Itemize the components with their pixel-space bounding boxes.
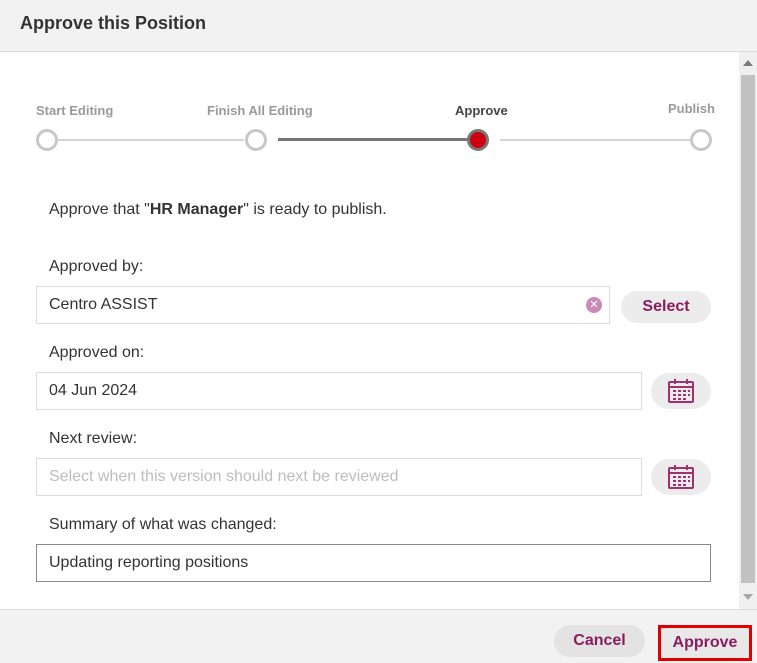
scroll-up-arrow-icon[interactable] xyxy=(743,60,753,66)
clear-icon[interactable]: ✕ xyxy=(586,297,602,313)
scrollbar[interactable] xyxy=(739,52,757,609)
step-connector-3 xyxy=(500,139,690,141)
step-label-start-editing: Start Editing xyxy=(36,103,114,118)
approved-by-field[interactable]: Centro ASSIST ✕ xyxy=(36,286,610,324)
cancel-button[interactable]: Cancel xyxy=(554,625,645,657)
intro-suffix: " is ready to publish. xyxy=(243,201,387,218)
summary-label: Summary of what was changed: xyxy=(49,516,277,533)
next-review-placeholder: Select when this version should next be … xyxy=(49,468,399,485)
approved-on-value: 04 Jun 2024 xyxy=(49,382,138,399)
approved-on-field[interactable]: 04 Jun 2024 xyxy=(36,372,642,410)
step-label-publish: Publish xyxy=(668,101,715,116)
step-node-start-editing xyxy=(36,129,58,151)
step-label-finish-all-editing: Finish All Editing xyxy=(207,103,313,118)
scroll-thumb[interactable] xyxy=(741,75,755,583)
approved-by-value: Centro ASSIST xyxy=(49,296,158,313)
calendar-icon xyxy=(668,465,694,489)
next-review-field[interactable]: Select when this version should next be … xyxy=(36,458,642,496)
dialog-header: Approve this Position xyxy=(0,0,757,52)
dialog-title: Approve this Position xyxy=(20,13,207,33)
position-name: HR Manager xyxy=(149,201,244,218)
scroll-down-arrow-icon[interactable] xyxy=(743,594,753,600)
step-node-approve xyxy=(467,129,489,151)
approval-intro-text: Approve that "HR Manager" is ready to pu… xyxy=(49,201,387,219)
step-label-approve: Approve xyxy=(455,103,508,118)
next-review-calendar-button[interactable] xyxy=(651,459,711,495)
next-review-label: Next review: xyxy=(49,430,138,447)
approved-by-label: Approved by: xyxy=(49,258,144,275)
select-approver-button[interactable]: Select xyxy=(621,291,711,323)
approved-on-label: Approved on: xyxy=(49,344,145,361)
step-node-finish-all-editing xyxy=(245,129,267,151)
step-connector-2 xyxy=(278,138,468,141)
calendar-icon xyxy=(668,379,694,403)
intro-prefix: Approve that " xyxy=(49,201,150,218)
approved-on-calendar-button[interactable] xyxy=(651,373,711,409)
step-connector-1 xyxy=(58,139,244,141)
step-node-publish xyxy=(690,129,712,151)
summary-input[interactable]: Updating reporting positions xyxy=(36,544,711,582)
dialog-footer: Cancel Approve xyxy=(0,609,757,663)
summary-value: Updating reporting positions xyxy=(49,554,249,571)
approve-dialog: Approve this Position Start Editing Fini… xyxy=(0,0,757,663)
approve-button[interactable]: Approve xyxy=(658,625,752,661)
